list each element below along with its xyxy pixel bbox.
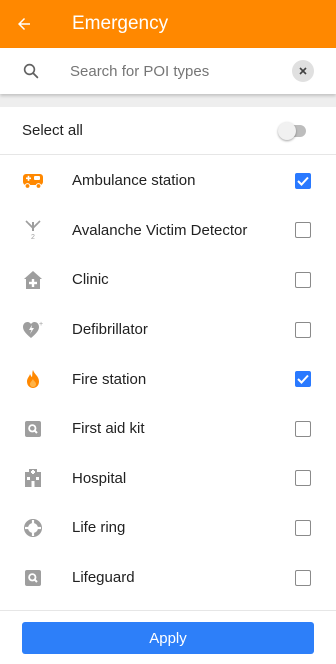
avalanche-detector-icon: 2 bbox=[22, 219, 44, 241]
list-item-label: Ambulance station bbox=[72, 172, 196, 190]
defibrillator-icon: + bbox=[22, 319, 44, 341]
select-all-toggle[interactable] bbox=[278, 121, 308, 140]
list-item[interactable]: Fire station bbox=[0, 354, 336, 404]
checkmark-icon bbox=[297, 176, 309, 186]
list-item-label: Fire station bbox=[72, 370, 147, 388]
life-ring-icon bbox=[22, 517, 44, 539]
checkbox[interactable] bbox=[295, 569, 311, 586]
search-icon bbox=[22, 62, 48, 80]
app-bar: Emergency bbox=[0, 0, 336, 48]
lifeguard-icon bbox=[22, 567, 44, 589]
list-item[interactable]: First aid kit bbox=[0, 404, 336, 454]
page-title: Emergency bbox=[72, 13, 169, 34]
poi-type-list: Ambulance station 2 Avalanche Victim Det… bbox=[0, 156, 336, 602]
checkbox[interactable] bbox=[295, 222, 311, 239]
checkmark-icon bbox=[297, 374, 309, 385]
select-all-row[interactable]: Select all bbox=[0, 107, 336, 155]
list-item-label: Hospital bbox=[72, 469, 127, 487]
hospital-icon bbox=[22, 467, 44, 489]
list-item-label: Lifeguard bbox=[72, 569, 135, 587]
back-button[interactable] bbox=[0, 0, 48, 48]
checkbox[interactable] bbox=[295, 470, 311, 487]
checkbox[interactable] bbox=[295, 371, 311, 388]
list-item[interactable]: Clinic bbox=[0, 255, 336, 305]
list-item-label: Avalanche Victim Detector bbox=[72, 221, 248, 239]
checkbox[interactable] bbox=[295, 420, 311, 437]
clear-search-button[interactable] bbox=[292, 60, 314, 82]
checkbox[interactable] bbox=[295, 519, 311, 536]
search-input[interactable]: Search for POI types bbox=[70, 63, 292, 80]
list-item[interactable]: Ambulance station bbox=[0, 156, 336, 206]
list-item-label: Life ring bbox=[72, 519, 126, 537]
select-all-label: Select all bbox=[22, 122, 83, 139]
section-divider bbox=[0, 94, 336, 107]
apply-button[interactable]: Apply bbox=[22, 622, 314, 654]
list-item[interactable]: Hospital bbox=[0, 454, 336, 504]
first-aid-kit-icon bbox=[22, 418, 44, 440]
list-item-label: Defibrillator bbox=[72, 321, 148, 339]
clinic-icon bbox=[22, 269, 44, 291]
list-item[interactable]: 2 Avalanche Victim Detector bbox=[0, 206, 336, 256]
arrow-back-icon bbox=[18, 18, 30, 30]
checkbox[interactable] bbox=[295, 321, 311, 338]
list-item-label: Clinic bbox=[72, 271, 109, 289]
bottom-bar: Apply bbox=[0, 610, 336, 664]
toggle-knob bbox=[278, 121, 296, 140]
checkbox[interactable] bbox=[295, 271, 311, 288]
list-item[interactable]: Lifeguard bbox=[0, 553, 336, 603]
svg-text:2: 2 bbox=[31, 234, 35, 241]
fire-station-icon bbox=[22, 368, 44, 390]
list-item-label: First aid kit bbox=[72, 420, 145, 438]
search-bar: Search for POI types bbox=[0, 48, 336, 94]
svg-text:+: + bbox=[39, 321, 43, 328]
close-icon bbox=[299, 67, 307, 75]
list-item[interactable]: + Defibrillator bbox=[0, 305, 336, 355]
list-item[interactable]: Life ring bbox=[0, 503, 336, 553]
ambulance-icon bbox=[22, 170, 44, 192]
checkbox[interactable] bbox=[295, 172, 311, 189]
